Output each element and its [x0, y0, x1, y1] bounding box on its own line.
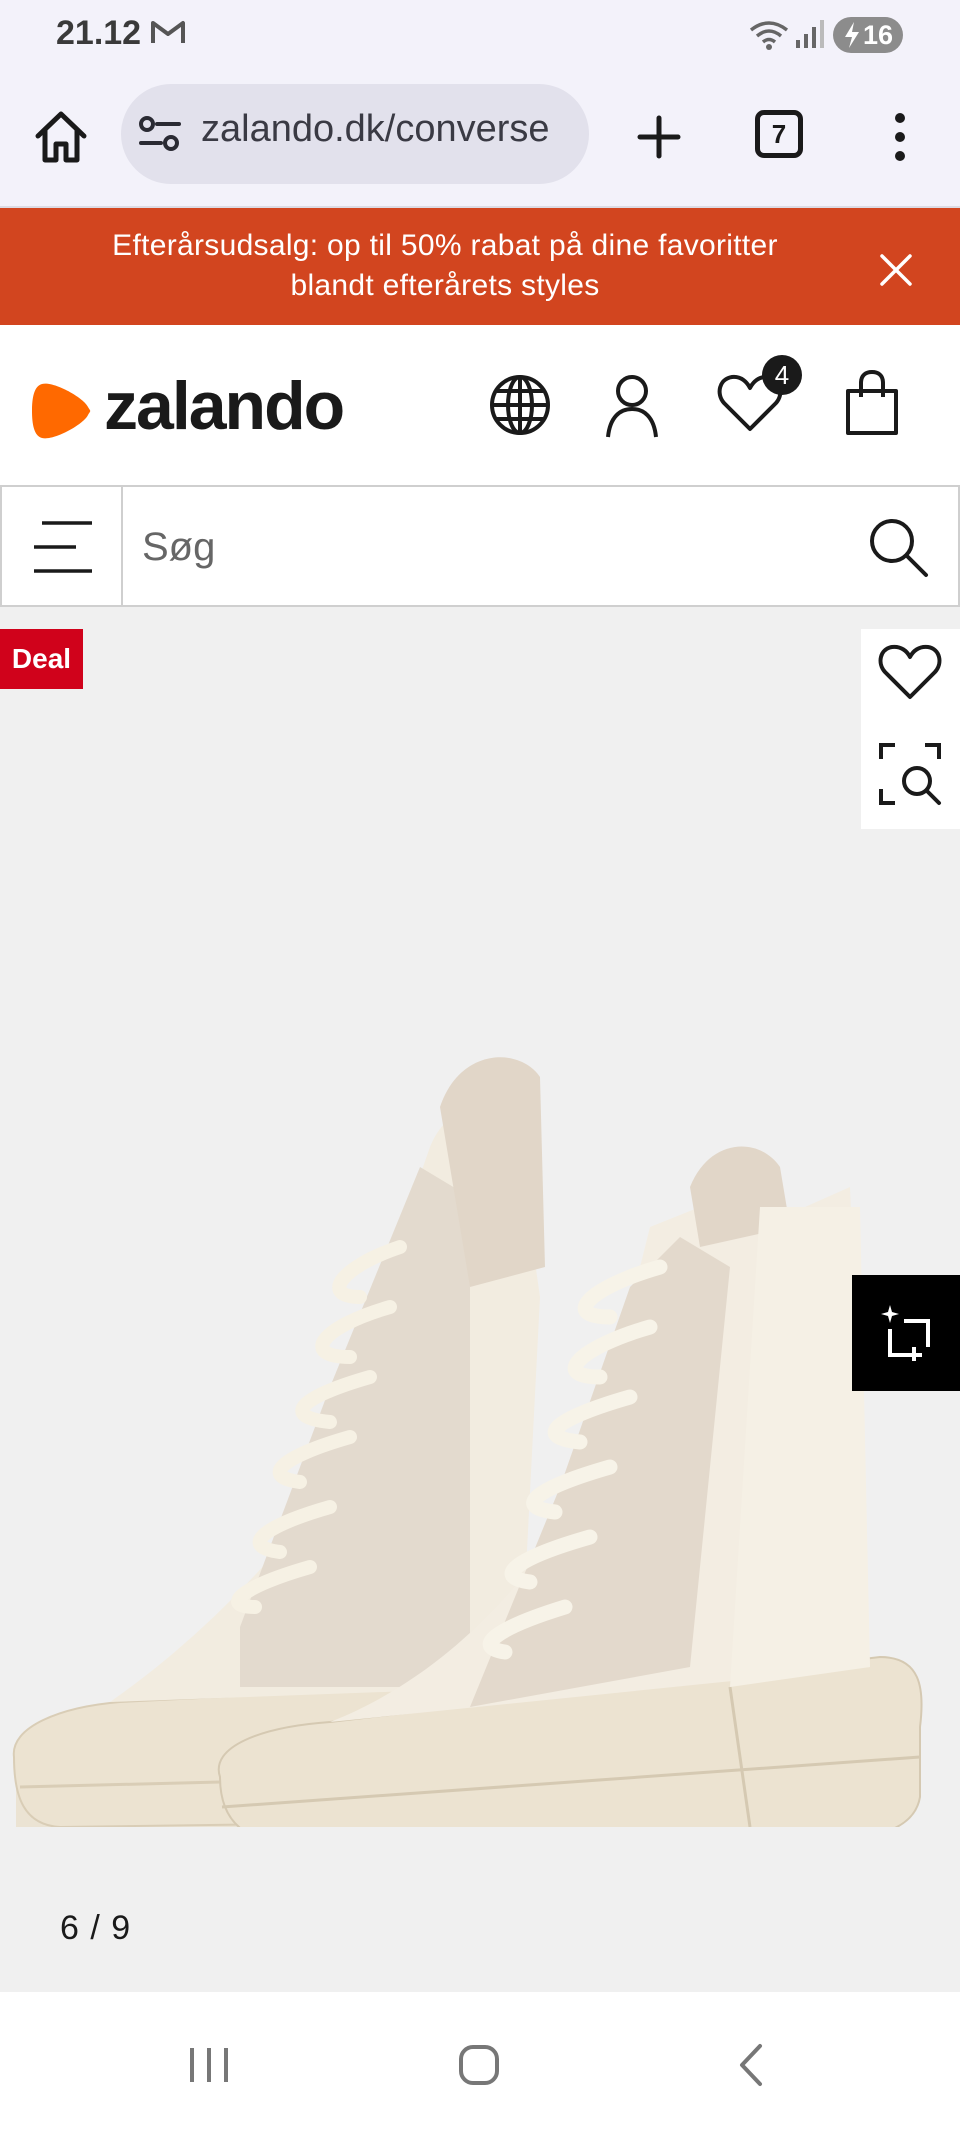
image-counter: 6 / 9: [60, 1909, 132, 1947]
menu-button[interactable]: [0, 487, 123, 605]
overflow-menu-icon[interactable]: [880, 106, 920, 168]
browser-toolbar: zalando.dk/converse 7: [0, 70, 960, 208]
shopping-bag-icon[interactable]: [842, 369, 902, 437]
url-text: zalando.dk/converse: [201, 108, 550, 150]
product-image[interactable]: [0, 967, 960, 1827]
account-icon[interactable]: [600, 371, 664, 439]
zalando-logo-icon[interactable]: [32, 380, 92, 442]
brand-name[interactable]: zalando: [104, 367, 345, 445]
tab-count: 7: [771, 118, 787, 149]
promo-text: Efterårsudsalg: op til 50% rabat på dine…: [112, 229, 778, 302]
battery-level: 16: [862, 19, 893, 50]
status-bar: 21.12 16: [0, 0, 960, 70]
sparkle-crop-icon: [881, 1305, 930, 1361]
tabs-icon[interactable]: 7: [755, 110, 803, 158]
signal-icon: [796, 20, 824, 48]
battery-charging-icon: 16: [833, 17, 903, 53]
search-input[interactable]: [140, 503, 834, 591]
wishlist-count-badge: 4: [762, 355, 802, 395]
promo-banner[interactable]: Efterårsudsalg: op til 50% rabat på dine…: [0, 208, 960, 325]
close-icon[interactable]: [876, 250, 916, 290]
hamburger-menu-icon: [34, 521, 92, 573]
product-image-gallery[interactable]: Deal 6 / 9: [0, 607, 960, 1992]
search-row: [0, 485, 960, 607]
gmail-icon: [151, 21, 185, 43]
back-icon[interactable]: [730, 2042, 776, 2088]
deal-badge: Deal: [0, 629, 83, 689]
visual-search-icon[interactable]: [877, 741, 943, 807]
globe-icon[interactable]: [488, 373, 552, 437]
address-bar[interactable]: zalando.dk/converse: [121, 84, 589, 184]
heart-icon[interactable]: [877, 639, 943, 705]
image-actions-panel: [861, 629, 960, 829]
recent-apps-icon[interactable]: [186, 2042, 232, 2088]
home-nav-icon[interactable]: [456, 2042, 502, 2088]
ai-assistant-button[interactable]: [852, 1275, 960, 1391]
site-header: zalando 4: [0, 325, 960, 485]
system-nav-bar: [0, 1992, 960, 2133]
wifi-icon: [749, 21, 789, 50]
home-icon[interactable]: [30, 106, 92, 168]
new-tab-icon[interactable]: [628, 106, 690, 168]
status-time: 21.12: [56, 14, 142, 52]
search-icon[interactable]: [866, 515, 930, 579]
site-settings-icon[interactable]: [139, 116, 181, 152]
